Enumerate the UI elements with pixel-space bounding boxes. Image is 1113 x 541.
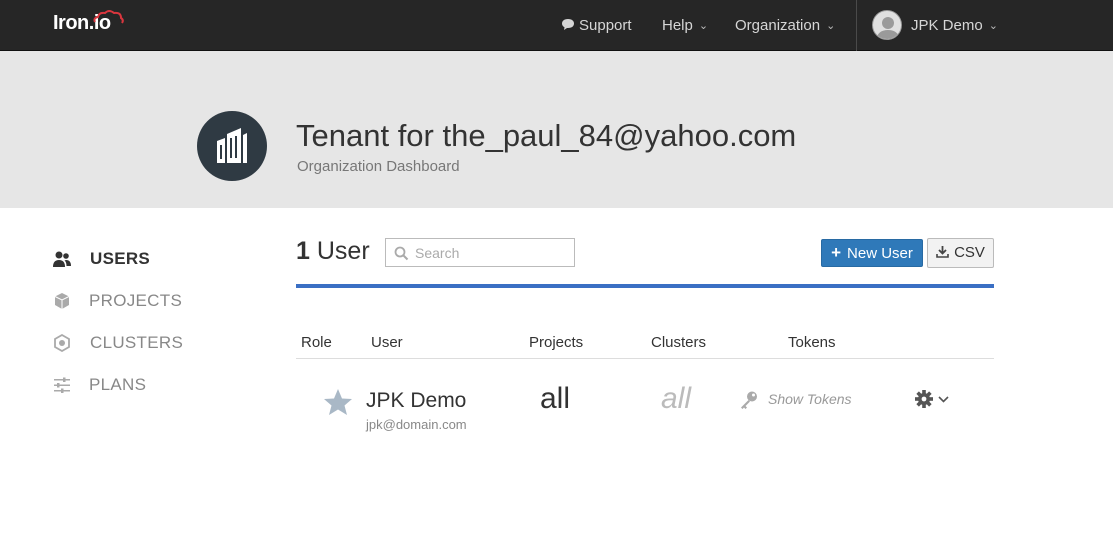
- users-icon: [53, 251, 71, 267]
- key-icon: [741, 391, 757, 409]
- iron-io-logo[interactable]: Iron.io: [53, 10, 124, 40]
- hexagon-icon: [54, 334, 70, 352]
- user-menu[interactable]: JPK Demo ⌄: [872, 0, 998, 51]
- csv-export-button[interactable]: CSV: [927, 238, 994, 268]
- page-title: Tenant for the_paul_84@yahoo.com: [296, 118, 797, 153]
- search-icon: [394, 246, 409, 261]
- row-actions-menu[interactable]: [914, 389, 954, 409]
- user-email: jpk@domain.com: [366, 417, 467, 432]
- organization-header: Tenant for the_paul_84@yahoo.com Organiz…: [0, 51, 1113, 208]
- sidebar-item-label: PROJECTS: [89, 291, 183, 310]
- chevron-down-icon: ⌄: [988, 20, 998, 32]
- user-count-label: User: [316, 237, 370, 265]
- gear-icon: [915, 390, 949, 408]
- download-icon: [936, 246, 949, 258]
- user-menu-label: JPK Demo: [911, 17, 983, 34]
- cube-icon: [54, 293, 70, 309]
- help-label: Help: [662, 17, 693, 34]
- help-menu[interactable]: Help ⌄: [662, 0, 708, 51]
- user-name[interactable]: JPK Demo: [366, 389, 466, 413]
- user-count: 1 User: [296, 237, 370, 266]
- user-count-number: 1: [296, 237, 310, 265]
- sidebar-item-label: PLANS: [89, 375, 147, 394]
- table-header-divider: [296, 358, 994, 359]
- user-projects-value[interactable]: all: [540, 382, 570, 416]
- organization-label: Organization: [735, 17, 821, 34]
- new-user-button[interactable]: + New User: [821, 239, 923, 267]
- column-header-projects[interactable]: Projects: [529, 334, 583, 351]
- support-label: Support: [579, 17, 632, 34]
- column-header-tokens[interactable]: Tokens: [788, 334, 836, 351]
- chevron-down-icon: ⌄: [698, 20, 709, 32]
- sidebar-item-label: USERS: [90, 249, 151, 268]
- section-divider: [296, 284, 994, 288]
- star-icon[interactable]: [323, 388, 353, 416]
- search-input[interactable]: [415, 242, 565, 263]
- organization-menu[interactable]: Organization ⌄: [735, 0, 835, 51]
- support-link[interactable]: Support: [561, 0, 632, 51]
- page-subtitle: Organization Dashboard: [297, 158, 460, 175]
- avatar-icon: [872, 10, 902, 41]
- cloud-logo-icon: [93, 10, 124, 24]
- show-tokens-label: Show Tokens: [768, 391, 852, 407]
- chat-bubble-icon: [562, 19, 574, 30]
- sliders-icon: [54, 377, 70, 393]
- chevron-down-icon: ⌄: [826, 20, 836, 32]
- search-box: [385, 238, 575, 267]
- column-header-clusters[interactable]: Clusters: [651, 334, 706, 351]
- top-nav-bar: Iron.io Support Help ⌄ Organization ⌄ JPK …: [0, 0, 1113, 51]
- user-clusters-value[interactable]: all: [661, 382, 691, 416]
- column-header-role[interactable]: Role: [301, 334, 332, 351]
- csv-label: CSV: [954, 244, 985, 261]
- new-user-label: New User: [847, 245, 913, 262]
- column-header-user[interactable]: User: [371, 334, 403, 351]
- plus-icon: +: [831, 243, 842, 262]
- nav-divider: [856, 0, 857, 51]
- building-icon: [197, 111, 267, 181]
- sidebar-item-label: CLUSTERS: [90, 333, 184, 352]
